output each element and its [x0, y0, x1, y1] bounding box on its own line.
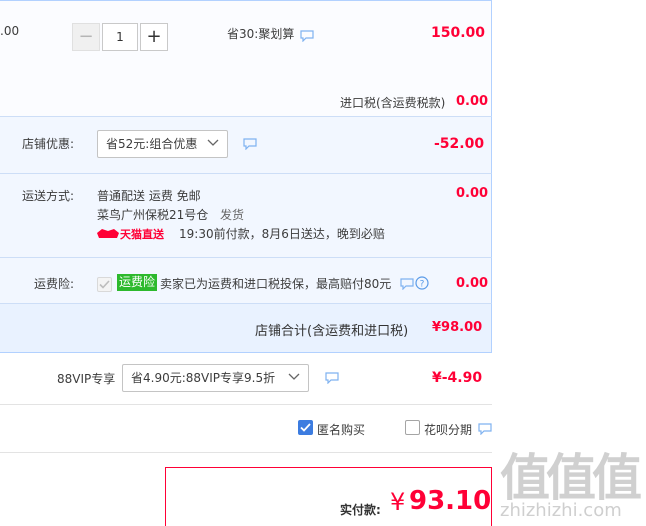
- insurance-row: 运费险: 运费险 卖家已为运费和进口税投保，最高赔付80元 ? 0.00: [0, 257, 492, 303]
- tax-label: 进口税(含运费税款): [340, 96, 446, 110]
- shipping-warehouse: 菜鸟广州保税21号仓: [97, 208, 209, 222]
- shipping-method: 普通配送 运费 免邮: [97, 189, 201, 203]
- shop-total-value: ¥98.00: [432, 320, 483, 335]
- svg-text:?: ?: [420, 280, 425, 290]
- divider: [0, 452, 492, 453]
- insurance-checkbox: [97, 277, 112, 292]
- qty-decrease-button[interactable]: −: [72, 23, 100, 51]
- vip-amount: ¥-4.90: [432, 370, 483, 386]
- huabei-label[interactable]: 花呗分期: [424, 421, 472, 438]
- qty-input[interactable]: 1: [102, 23, 138, 51]
- chat-icon[interactable]: [478, 423, 492, 435]
- check-icon: [300, 423, 311, 432]
- shop-discount-select[interactable]: 省52元:组合优惠: [97, 130, 228, 158]
- anonymous-label[interactable]: 匿名购买: [317, 421, 365, 438]
- chat-icon[interactable]: [400, 278, 414, 290]
- watermark-domain: zhizhizhi.com: [500, 500, 622, 521]
- shipping-row: 运送方式: 普通配送 运费 免邮 菜鸟广州保税21号仓 发货 天猫直送 19:3…: [0, 173, 492, 257]
- promo-label: 省30:聚划算: [227, 27, 295, 41]
- shipping-label: 运送方式:: [22, 189, 75, 203]
- chevron-down-icon: [207, 139, 219, 146]
- shop-total-label: 店铺合计(含运费和进口税): [255, 324, 409, 339]
- divider: [0, 404, 492, 405]
- anonymous-checkbox[interactable]: [298, 420, 313, 435]
- huabei-checkbox[interactable]: [405, 420, 420, 435]
- vip-discount-select[interactable]: 省4.90元:88VIP专享9.5折: [122, 364, 309, 392]
- shipping-promise: 19:30前付款，8月6日送达，晚到必赔: [179, 227, 385, 241]
- vip-label: 88VIP专享: [57, 372, 116, 386]
- shipping-fee: 0.00: [456, 186, 489, 201]
- insurance-fee: 0.00: [456, 276, 489, 291]
- payment-amount: 93.10: [409, 486, 492, 516]
- insurance-label: 运费险:: [34, 277, 75, 291]
- item-row: .00 − 1 + 省30:聚划算 150.00 进口税(含运费税款) 0.00: [0, 0, 492, 116]
- shop-discount-selected: 省52元:组合优惠: [106, 137, 198, 151]
- shop-discount-amount: -52.00: [434, 136, 485, 152]
- vip-discount-selected: 省4.90元:88VIP专享9.5折: [131, 371, 276, 385]
- payment-box: 实付款: ¥ 93.10: [165, 467, 492, 526]
- check-icon: [99, 280, 110, 289]
- tax-value: 0.00: [456, 94, 489, 109]
- item-price: .00: [0, 24, 20, 38]
- chat-icon[interactable]: [300, 30, 314, 42]
- help-icon[interactable]: ?: [415, 276, 429, 290]
- shop-discount-row: 店铺优惠: 省52元:组合优惠 -52.00: [0, 116, 492, 173]
- tmall-direct-label: 天猫直送: [120, 228, 164, 241]
- insurance-badge: 运费险: [117, 274, 158, 291]
- item-subtotal: 150.00: [431, 25, 486, 41]
- shop-total-row: 店铺合计(含运费和进口税) ¥98.00: [0, 303, 492, 353]
- qty-increase-button[interactable]: +: [140, 23, 168, 51]
- payment-label: 实付款:: [340, 503, 381, 517]
- insurance-text: 卖家已为运费和进口税投保，最高赔付80元: [160, 277, 392, 291]
- chevron-down-icon: [288, 373, 300, 380]
- chat-icon[interactable]: [325, 372, 339, 384]
- payment-currency: ¥: [390, 488, 406, 516]
- chat-icon[interactable]: [243, 138, 257, 150]
- shipping-dispatch: 发货: [220, 208, 245, 222]
- shop-discount-label: 店铺优惠:: [22, 137, 75, 151]
- tmall-logo-icon: [97, 229, 119, 238]
